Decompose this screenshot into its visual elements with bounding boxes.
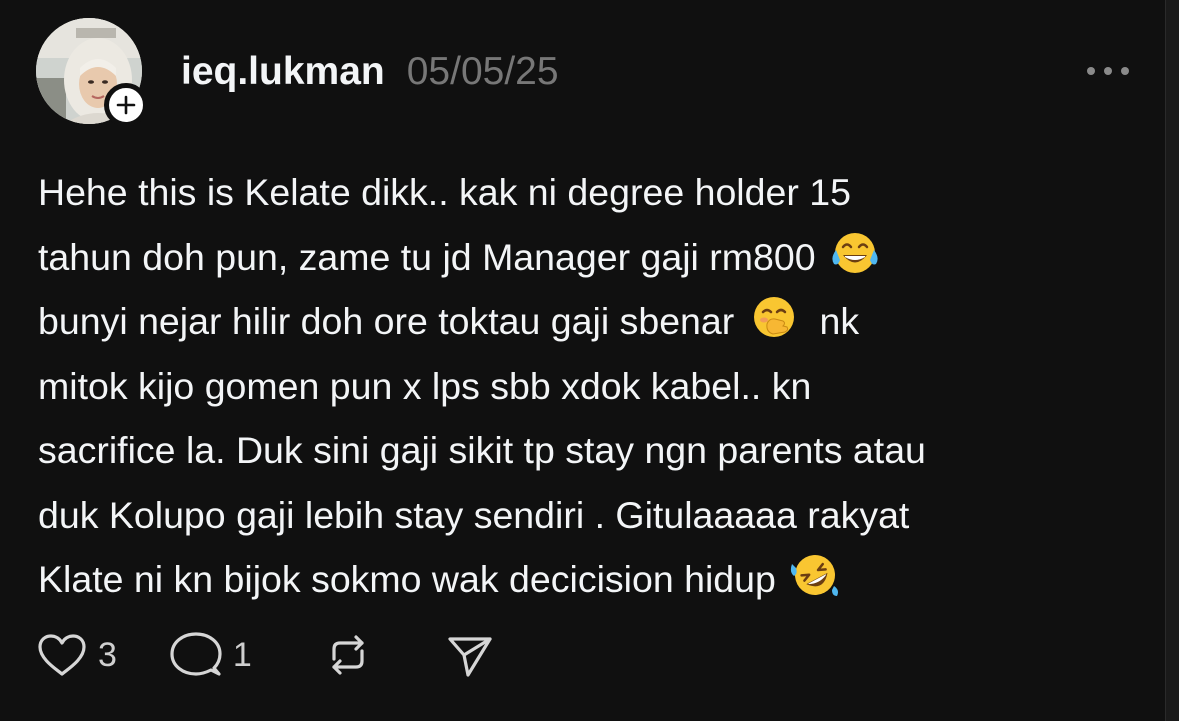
repost-button[interactable]	[322, 631, 374, 679]
face-with-tears-of-joy-emoji-icon	[832, 232, 878, 273]
username[interactable]: ieq.lukman	[181, 50, 385, 94]
speech-bubble-icon	[170, 632, 222, 676]
action-bar: 3 1	[36, 628, 496, 682]
post-body-line: tahun doh pun, zame tu jd Manager gaji r…	[38, 225, 1148, 290]
scrollbar[interactable]	[1165, 0, 1179, 721]
post-header: ieq.lukman 05/05/25	[181, 50, 559, 94]
like-button[interactable]: 3	[36, 632, 117, 678]
plus-icon	[116, 95, 136, 115]
reply-count: 1	[232, 635, 252, 674]
avatar-container[interactable]	[36, 18, 148, 130]
follow-button[interactable]	[104, 83, 148, 127]
post-body-line: sacrifice la. Duk sini gaji sikit tp sta…	[38, 429, 926, 471]
repost-icon	[332, 635, 364, 675]
heart-icon	[38, 634, 86, 676]
rolling-on-the-floor-laughing-emoji-icon	[791, 555, 839, 596]
thread-post: ieq.lukman 05/05/25 Hehe this is Kelate …	[0, 0, 1179, 721]
post-body-line: mitok kijo gomen pun x lps sbb xdok kabe…	[38, 364, 812, 407]
face-with-hand-over-mouth-emoji-icon	[753, 297, 794, 337]
post-body-line: bunyi nejar hilir doh ore toktau gaji sb…	[38, 289, 1148, 354]
more-horizontal-icon	[1087, 67, 1129, 75]
post-body: Hehe this is Kelate dikk.. kak ni degree…	[38, 160, 1148, 612]
post-body-line: Hehe this is Kelate dikk.. kak ni degree…	[38, 171, 851, 213]
more-options-button[interactable]	[1082, 58, 1134, 84]
send-icon	[448, 637, 492, 677]
post-timestamp[interactable]: 05/05/25	[407, 50, 559, 94]
post-body-line: Klate ni kn bijok sokmo wak decicision h…	[38, 547, 1148, 612]
like-count: 3	[98, 635, 117, 674]
reply-button[interactable]: 1	[169, 631, 252, 679]
share-button[interactable]	[444, 631, 496, 679]
post-body-line: duk Kolupo gaji lebih stay sendiri . Git…	[38, 493, 910, 536]
